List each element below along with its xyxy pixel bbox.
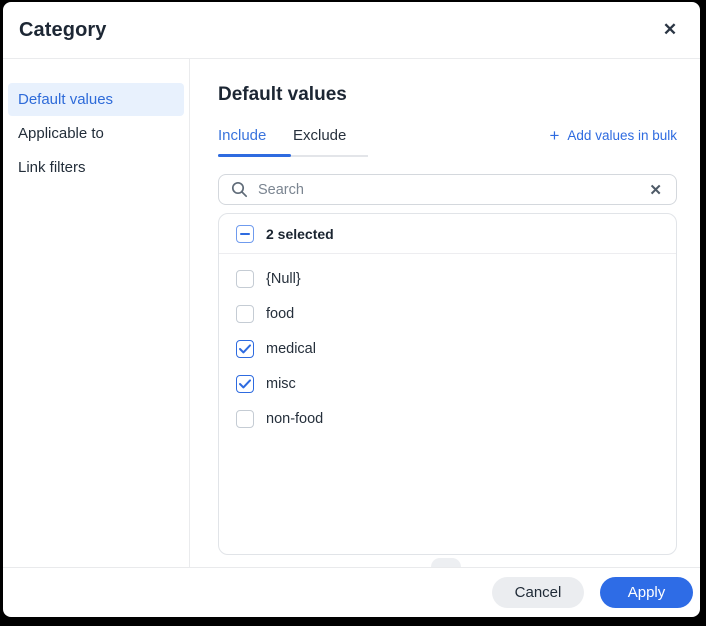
list-item[interactable]: misc bbox=[219, 366, 676, 401]
dialog-header: Category ✕ bbox=[3, 2, 700, 59]
values-list-panel: 2 selected {Null} food medical bbox=[218, 213, 677, 555]
search-input[interactable] bbox=[258, 182, 647, 198]
dialog-title: Category bbox=[19, 19, 107, 42]
dialog-footer: Cancel Apply bbox=[3, 567, 700, 617]
cancel-button[interactable]: Cancel bbox=[492, 577, 584, 608]
row-checkbox[interactable] bbox=[236, 305, 254, 323]
tabs: IncludeExclude bbox=[218, 127, 370, 157]
checkmark-icon bbox=[239, 344, 251, 354]
checkmark-icon bbox=[239, 379, 251, 389]
tab-row: IncludeExclude + Add values in bulk bbox=[218, 127, 677, 157]
search-icon bbox=[231, 181, 248, 198]
category-filter-dialog: Category ✕ Default valuesApplicable toLi… bbox=[3, 2, 700, 617]
selected-count-label: 2 selected bbox=[266, 226, 334, 242]
apply-button[interactable]: Apply bbox=[600, 577, 693, 608]
list-item[interactable]: medical bbox=[219, 331, 676, 366]
list-item-label: {Null} bbox=[266, 271, 301, 287]
indeterminate-dash-icon bbox=[240, 233, 250, 235]
select-all-checkbox[interactable] bbox=[236, 225, 254, 243]
list-item-label: food bbox=[266, 306, 294, 322]
list-item[interactable]: food bbox=[219, 296, 676, 331]
plus-icon: + bbox=[549, 129, 559, 143]
value-rows: {Null} food medical misc non-food bbox=[219, 254, 676, 436]
list-item-label: non-food bbox=[266, 411, 323, 427]
bulk-link-label: Add values in bulk bbox=[567, 128, 677, 143]
list-item-label: misc bbox=[266, 376, 296, 392]
clear-search-icon[interactable]: ✕ bbox=[647, 181, 664, 199]
add-values-in-bulk-button[interactable]: + Add values in bulk bbox=[549, 128, 677, 143]
tab-include[interactable]: Include bbox=[218, 127, 291, 157]
list-item[interactable]: non-food bbox=[219, 401, 676, 436]
dialog-body: Default valuesApplicable toLink filters … bbox=[3, 59, 700, 567]
row-checkbox[interactable] bbox=[236, 375, 254, 393]
sidebar-nav: Default valuesApplicable toLink filters bbox=[3, 59, 190, 567]
sidebar-item-default-values[interactable]: Default values bbox=[8, 83, 184, 116]
tab-exclude[interactable]: Exclude bbox=[293, 127, 370, 157]
row-checkbox[interactable] bbox=[236, 270, 254, 288]
drag-handle[interactable] bbox=[431, 558, 461, 567]
main-content: Default values IncludeExclude + Add valu… bbox=[190, 59, 700, 567]
section-heading: Default values bbox=[218, 84, 677, 106]
sidebar-item-applicable-to[interactable]: Applicable to bbox=[8, 117, 184, 150]
close-icon[interactable]: ✕ bbox=[656, 16, 684, 44]
list-item-label: medical bbox=[266, 341, 316, 357]
row-checkbox[interactable] bbox=[236, 340, 254, 358]
search-box[interactable]: ✕ bbox=[218, 174, 677, 205]
row-checkbox[interactable] bbox=[236, 410, 254, 428]
sidebar-item-link-filters[interactable]: Link filters bbox=[8, 151, 184, 184]
list-item[interactable]: {Null} bbox=[219, 261, 676, 296]
list-header-row: 2 selected bbox=[219, 214, 676, 254]
